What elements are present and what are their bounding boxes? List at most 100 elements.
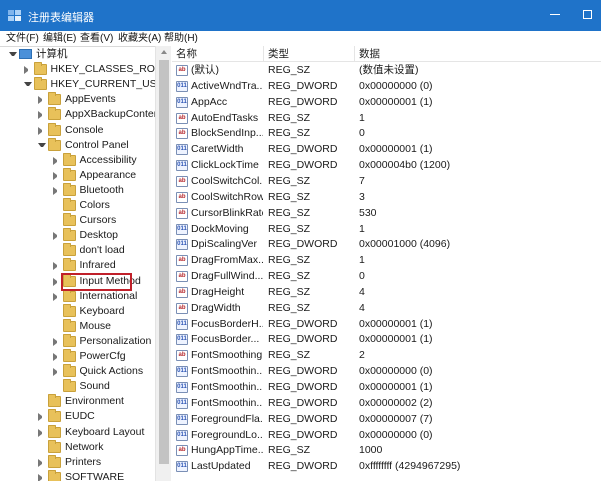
menu-file[interactable]: 文件(F) [6, 31, 39, 46]
value-row[interactable]: ab (默认) REG_SZ (数值未设置) [172, 63, 601, 78]
value-row[interactable]: 011 AppAcc REG_DWORD 0x00000001 (1) [172, 95, 601, 110]
value-name: FontSmoothin... [191, 381, 263, 393]
chevron-right-icon[interactable] [52, 292, 61, 301]
chevron-right-icon[interactable] [52, 232, 61, 241]
tree-item[interactable]: Infrared [0, 258, 155, 273]
tree-item[interactable]: Keyboard [0, 303, 155, 319]
value-row[interactable]: 011 ClickLockTime REG_DWORD 0x000004b0 (120… [172, 158, 601, 173]
value-row[interactable]: ab FontSmoothing REG_SZ 2 [172, 348, 601, 363]
tree-item[interactable]: Accessibility [0, 152, 155, 168]
folder-icon [62, 303, 76, 317]
value-row[interactable]: 011 ForegroundLo... REG_DWORD 0x00000000 (0… [172, 428, 601, 443]
scrollbar-thumb[interactable] [159, 60, 169, 464]
folder-icon [62, 213, 76, 227]
value-row[interactable]: 011 DockMoving REG_SZ 1 [172, 222, 601, 237]
value-row[interactable]: 011 FontSmoothin... REG_DWORD 0x00000000 (0… [172, 364, 601, 379]
tree-item[interactable]: 计算机 [0, 47, 155, 62]
registry-tree[interactable]: 计算机 HKEY_CLASSES_ROOT HKEY_CURRENT_USER App… [0, 46, 155, 481]
tree-item[interactable]: Control Panel [0, 137, 155, 153]
value-row[interactable]: 011 ActiveWndTra... REG_DWORD 0x00000000 (0… [172, 79, 601, 94]
value-name: DragWidth [191, 301, 241, 314]
menu-help[interactable]: 帮助(H) [164, 31, 198, 46]
value-row[interactable]: ab DragFullWind... REG_SZ 0 [172, 269, 601, 284]
value-row[interactable]: ab DragWidth REG_SZ 4 [172, 301, 601, 316]
column-header-data[interactable]: 数据 [355, 46, 601, 62]
tree-item[interactable]: Personalization [0, 333, 155, 349]
tree-item[interactable]: Bluetooth [0, 182, 155, 198]
value-type: REG_SZ [268, 254, 311, 267]
tree-item[interactable]: AppXBackupConter [0, 107, 155, 122]
minimize-button[interactable] [538, 0, 572, 31]
value-row[interactable]: ab CursorBlinkRate REG_SZ 530 [172, 206, 601, 221]
value-row[interactable]: 011 FontSmoothin... REG_DWORD 0x00000002 (2… [172, 396, 601, 411]
value-row[interactable]: ab AutoEndTasks REG_SZ 1 [172, 111, 601, 126]
scroll-up-icon[interactable] [161, 50, 167, 54]
chevron-right-icon[interactable] [38, 111, 46, 120]
tree-item[interactable]: Mouse [0, 318, 155, 334]
tree-item[interactable]: Sound [0, 379, 155, 394]
tree-item[interactable]: Appearance [0, 167, 155, 183]
tree-item-label: Bluetooth [79, 183, 124, 196]
values-list[interactable]: 名称 类型 数据 ab (默认) REG_SZ (数值未设置) 011 ActiveWnd… [172, 46, 601, 481]
value-row[interactable]: 011 LastUpdated REG_DWORD 0xffffffff (42949… [172, 459, 601, 474]
tree-item[interactable]: HKEY_CURRENT_USER [0, 77, 155, 92]
chevron-down-icon[interactable] [9, 52, 17, 60]
value-row[interactable]: 011 CaretWidth REG_DWORD 0x00000001 (1) [172, 142, 601, 157]
value-row[interactable]: 011 FontSmoothin... REG_DWORD 0x00000001 (1… [172, 380, 601, 395]
tree-item[interactable]: Colors [0, 198, 155, 213]
value-data: 0x00000007 (7) [359, 412, 433, 425]
chevron-right-icon[interactable] [38, 458, 46, 467]
menu-view[interactable]: 查看(V) [80, 31, 113, 46]
value-row[interactable]: ab DragFromMax... REG_SZ 1 [172, 253, 601, 268]
tree-item[interactable]: Printers [0, 454, 155, 470]
column-header-type[interactable]: 类型 [264, 46, 355, 62]
chevron-right-icon[interactable] [52, 337, 61, 346]
menu-favorites[interactable]: 收藏夹(A) [118, 31, 161, 46]
value-row[interactable]: 011 FocusBorder... REG_DWORD 0x00000001 (1) [172, 332, 601, 347]
tree-item[interactable]: AppEvents [0, 92, 155, 107]
chevron-right-icon[interactable] [52, 156, 61, 165]
tree-item[interactable]: Console [0, 122, 155, 138]
tree-item[interactable]: Keyboard Layout [0, 424, 155, 440]
column-header-name[interactable]: 名称 [172, 46, 264, 62]
tree-item[interactable]: Desktop [0, 228, 155, 243]
tree-item[interactable]: PowerCfg [0, 349, 155, 364]
chevron-right-icon[interactable] [38, 413, 46, 422]
tree-item[interactable]: SOFTWARE [0, 469, 155, 481]
value-row[interactable]: 011 DpiScalingVer REG_DWORD 0x00001000 (409… [172, 237, 601, 252]
value-row[interactable]: 011 FocusBorderH... REG_DWORD 0x00000001 (1… [172, 317, 601, 332]
value-data: 0 [359, 127, 365, 140]
value-row[interactable]: ab HungAppTime... REG_SZ 1000 [172, 443, 601, 458]
chevron-right-icon[interactable] [52, 353, 61, 361]
tree-item[interactable]: don't load [0, 243, 155, 258]
chevron-right-icon[interactable] [52, 186, 61, 195]
chevron-down-icon[interactable] [38, 142, 46, 151]
value-row[interactable]: ab CoolSwitchRows REG_SZ 3 [172, 190, 601, 205]
chevron-right-icon[interactable] [52, 262, 61, 271]
tree-item[interactable]: Cursors [0, 213, 155, 228]
tree-item[interactable]: HKEY_CLASSES_ROOT [0, 62, 155, 77]
chevron-right-icon[interactable] [38, 428, 46, 437]
tree-item-label: AppEvents [65, 93, 116, 106]
tree-item[interactable]: Environment [0, 394, 155, 409]
tree-item[interactable]: EUDC [0, 409, 155, 424]
tree-item[interactable]: Network [0, 439, 155, 455]
chevron-down-icon[interactable] [23, 82, 32, 90]
menu-edit[interactable]: 编辑(E) [43, 31, 76, 46]
chevron-right-icon[interactable] [38, 126, 46, 135]
tree-item[interactable]: Quick Actions [0, 364, 155, 379]
value-row[interactable]: ab BlockSendInp... REG_SZ 0 [172, 126, 601, 141]
chevron-right-icon[interactable] [52, 171, 61, 180]
chevron-right-icon[interactable] [38, 96, 46, 105]
title-bar: 注册表编辑器 [0, 0, 601, 31]
tree-scrollbar[interactable] [155, 46, 171, 481]
chevron-right-icon[interactable] [38, 473, 46, 481]
chevron-right-icon[interactable] [52, 368, 61, 377]
value-row[interactable]: 011 ForegroundFla... REG_DWORD 0x00000007 (… [172, 412, 601, 427]
maximize-button[interactable] [574, 0, 601, 31]
chevron-right-icon[interactable] [23, 66, 32, 75]
value-row[interactable]: ab CoolSwitchCol... REG_SZ 7 [172, 174, 601, 189]
value-data: 2 [359, 349, 365, 362]
value-row[interactable]: ab DragHeight REG_SZ 4 [172, 285, 601, 300]
chevron-right-icon[interactable] [52, 277, 61, 286]
